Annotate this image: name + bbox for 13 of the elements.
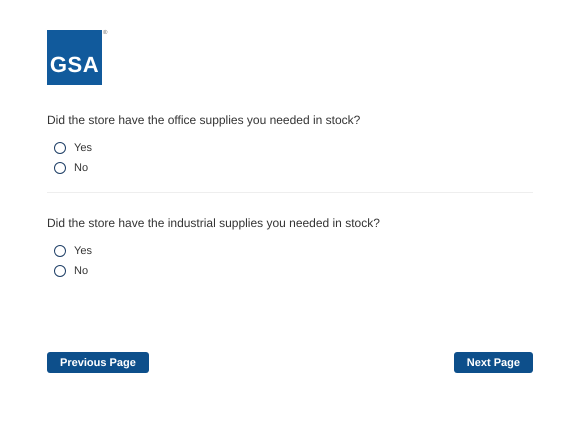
radio-button[interactable] bbox=[54, 142, 66, 154]
question-text: Did the store have the industrial supplies you needed in stock? bbox=[47, 216, 381, 230]
logo: GSA bbox=[47, 30, 102, 85]
radio-button[interactable] bbox=[54, 265, 66, 277]
radio-option[interactable]: Yes bbox=[54, 138, 92, 158]
radio-option[interactable]: No bbox=[54, 261, 88, 281]
question-text: Did the store have the office supplies you needed in stock? bbox=[47, 113, 362, 127]
radio-option[interactable]: No bbox=[54, 158, 88, 178]
radio-button[interactable] bbox=[54, 162, 66, 174]
next-page-button[interactable]: Next Page bbox=[454, 352, 533, 373]
radio-option[interactable]: Yes bbox=[54, 241, 92, 261]
radio-button[interactable] bbox=[54, 245, 66, 257]
previous-page-button[interactable]: Previous Page bbox=[47, 352, 149, 373]
